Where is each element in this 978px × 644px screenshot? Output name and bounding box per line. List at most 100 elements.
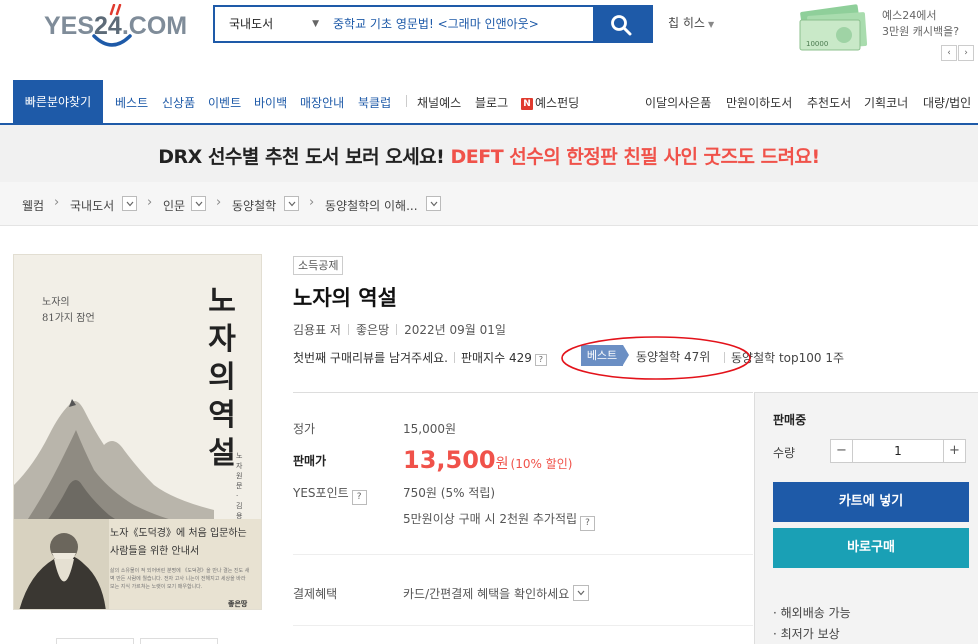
sale-price: 13,500원 (10% 할인) xyxy=(403,446,573,474)
quantity-label: 수량 xyxy=(773,446,796,460)
logo-smile-icon xyxy=(92,34,132,47)
payment-benefit-dropdown[interactable] xyxy=(573,585,590,601)
quick-category-button[interactable]: 빠른분야찾기 xyxy=(13,80,103,124)
sale-status: 판매중 xyxy=(773,413,807,427)
breadcrumb-understanding-dropdown[interactable] xyxy=(426,196,441,211)
cover-laozi-illustration xyxy=(14,519,109,609)
search-button[interactable] xyxy=(593,7,651,41)
help-icon[interactable]: ? xyxy=(534,354,547,366)
main-nav: 빠른분야찾기 베스트 신상품 이벤트 바이백 매장안내 북클럽 채널예스 블로그… xyxy=(0,80,978,125)
quantity-minus-button[interactable]: − xyxy=(831,440,853,462)
nav-bookclub[interactable]: 북클럽 xyxy=(358,94,391,111)
book-author[interactable]: 김용표 저 xyxy=(293,323,341,337)
quantity-input[interactable]: 1 xyxy=(853,440,943,462)
nav-funding[interactable]: N 예스펀딩 xyxy=(521,94,579,111)
breadcrumb-humanities[interactable]: 인문 xyxy=(163,197,185,214)
search-category-select[interactable]: 국내도서 ▼ xyxy=(215,7,325,41)
add-to-cart-button[interactable]: 카트에 넣기 xyxy=(773,482,969,522)
chevron-right-icon: › xyxy=(309,195,315,210)
svg-text:10000: 10000 xyxy=(806,40,828,48)
nav-monthly-gift[interactable]: 이달의사은품 xyxy=(645,94,711,111)
book-title: 노자의 역설 xyxy=(293,286,397,310)
search-icon xyxy=(611,15,632,36)
payment-benefit-label: 결제혜택 xyxy=(293,587,338,601)
divider xyxy=(293,554,753,555)
cashback-promo[interactable]: 예스24에서 3만원 캐시백을? xyxy=(882,8,959,40)
overseas-shipping-link[interactable]: · 해외배송 가능 xyxy=(773,604,851,621)
nav-event[interactable]: 이벤트 xyxy=(208,94,241,111)
nav-divider xyxy=(406,95,407,107)
nav-store[interactable]: 매장안내 xyxy=(300,94,344,111)
breadcrumb-eastern-philosophy[interactable]: 동양철학 xyxy=(232,197,276,214)
yes24-logo[interactable]: YES24.COM xyxy=(44,4,187,52)
yes-point-label: YES포인트? xyxy=(293,484,367,505)
breadcrumb-understanding[interactable]: 동양철학의 이해... xyxy=(325,197,418,214)
yes-point-value: 750원 (5% 적립) xyxy=(403,486,496,500)
breadcrumb-home[interactable]: 웰컴 xyxy=(22,197,44,214)
nav-special-corner[interactable]: 기획코너 xyxy=(864,94,908,111)
nav-bulk-order[interactable]: 대량/법인 xyxy=(923,94,971,111)
event-banner[interactable]: DRX 선수별 추천 도서 보러 오세요! DEFT 선수의 한정판 친필 사인… xyxy=(0,125,978,182)
nav-channel-yes[interactable]: 채널예스 xyxy=(417,94,461,111)
preview-button[interactable] xyxy=(56,638,134,644)
book-publisher[interactable]: 좋은땅 xyxy=(356,323,389,337)
divider xyxy=(396,324,398,335)
payment-benefit-value[interactable]: 카드/간편결제 혜택을 확인하세요 xyxy=(403,585,590,602)
first-review-link[interactable]: 첫번째 구매리뷰를 남겨주세요. xyxy=(293,351,448,365)
divider xyxy=(293,392,753,393)
divider xyxy=(453,352,455,363)
breadcrumb: 웰컴 › 국내도서 › 인문 › 동양철학 › 동양철학의 이해... xyxy=(0,182,978,226)
funding-n-icon: N xyxy=(521,98,533,110)
quantity-stepper: − 1 + xyxy=(830,439,966,463)
purchase-panel: 판매중 수량 − 1 + 카트에 넣기 바로구매 · 해외배송 가능 · 최저가… xyxy=(754,392,978,644)
chevron-right-icon: › xyxy=(147,195,153,210)
review-row: 첫번째 구매리뷰를 남겨주세요. 판매지수 429? xyxy=(293,349,547,366)
nav-under-10000[interactable]: 만원이하도서 xyxy=(726,94,792,111)
search-bar: 국내도서 ▼ 중학교 기초 영문법! <그래마 인앤아웃> xyxy=(213,5,653,43)
quantity-plus-button[interactable]: + xyxy=(943,440,965,462)
tax-deduction-badge: 소득공제 xyxy=(293,256,344,275)
chevron-down-icon xyxy=(288,201,296,207)
breadcrumb-domestic[interactable]: 국내도서 xyxy=(70,197,114,214)
chevron-down-icon xyxy=(126,201,134,207)
cover-blurb: 삶의 소유물이 적 되어버린 분명에 《도덕경》을 만나 결는 진도 새벽 만든… xyxy=(110,568,250,590)
nav-new[interactable]: 신상품 xyxy=(162,94,195,111)
book-cover[interactable]: 노자의 81가지 잠언 노 자 의 역 설 노자 원문 · 김용표 풀이 노자《… xyxy=(13,254,262,610)
help-icon[interactable]: ? xyxy=(580,516,596,531)
book-date: 2022년 09월 01일 xyxy=(404,323,506,337)
nav-best[interactable]: 베스트 xyxy=(115,94,148,111)
chevron-right-icon: › xyxy=(216,195,222,210)
sales-index: 판매지수 429 xyxy=(460,351,532,365)
sale-price-label: 판매가 xyxy=(293,454,327,468)
share-button[interactable] xyxy=(140,638,218,644)
cover-publisher: 좋은땅 xyxy=(228,600,248,608)
nav-recommended[interactable]: 추천도서 xyxy=(807,94,851,111)
nav-blog[interactable]: 블로그 xyxy=(475,94,508,111)
breadcrumb-domestic-dropdown[interactable] xyxy=(122,196,137,211)
nav-buyback[interactable]: 바이백 xyxy=(254,94,287,111)
lowest-price-link[interactable]: · 최저가 보상 xyxy=(773,625,840,642)
yes-point-extra: 5만원이상 구매 시 2천원 추가적립? xyxy=(403,510,596,531)
cover-tagline: 노자《도덕경》에 처음 입문하는 사람들을 위한 안내서 xyxy=(110,528,247,557)
banner-text: DRX 선수별 추천 도서 보러 오세요! DEFT 선수의 한정판 친필 사인… xyxy=(158,146,820,168)
divider xyxy=(293,625,753,626)
search-input[interactable]: 중학교 기초 영문법! <그래마 인앤아웃> xyxy=(333,7,539,41)
breadcrumb-humanities-dropdown[interactable] xyxy=(191,196,206,211)
cashback-money-image[interactable]: 10000 xyxy=(796,0,872,52)
logo-accent-icon xyxy=(109,4,122,16)
list-price-label: 정가 xyxy=(293,422,316,436)
user-menu[interactable]: 칩 히스 ▼ xyxy=(668,14,714,31)
cover-mountain-illustration xyxy=(14,399,214,525)
chevron-right-icon: › xyxy=(54,195,60,210)
promo-pager: ‹ › xyxy=(940,44,974,61)
promo-prev-button[interactable]: ‹ xyxy=(941,45,957,61)
divider xyxy=(347,324,349,335)
list-price-value: 15,000원 xyxy=(403,422,457,436)
chevron-down-icon: ▼ xyxy=(707,20,715,29)
help-icon[interactable]: ? xyxy=(351,490,367,505)
buy-now-button[interactable]: 바로구매 xyxy=(773,528,969,568)
breadcrumb-eastern-philosophy-dropdown[interactable] xyxy=(284,196,299,211)
promo-next-button[interactable]: › xyxy=(958,45,974,61)
cover-band: 노자《도덕경》에 처음 입문하는 사람들을 위한 안내서 삶의 소유물이 적 되… xyxy=(14,519,261,609)
book-meta: 김용표 저 좋은땅 2022년 09월 01일 xyxy=(293,321,506,338)
